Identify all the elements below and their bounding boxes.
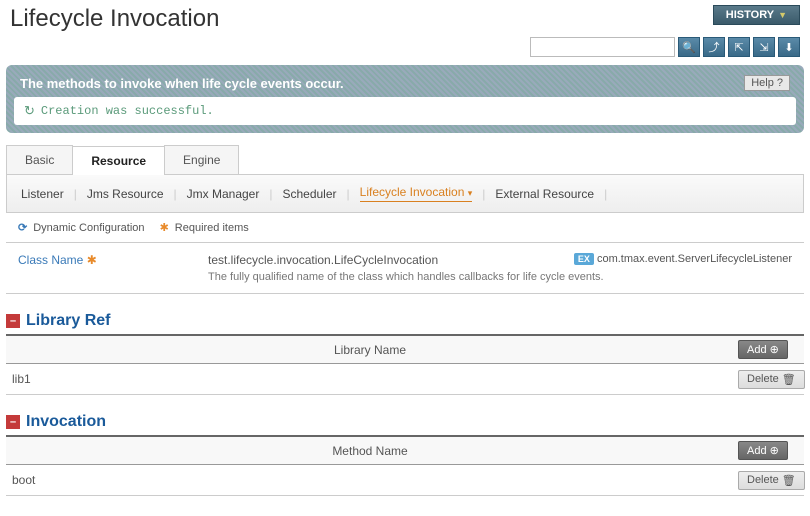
dynamic-config-icon: ⟳: [18, 221, 27, 234]
main-tabs: Basic Resource Engine: [6, 145, 804, 175]
subtab-label: Lifecycle Invocation: [360, 185, 465, 199]
class-name-value: test.lifecycle.invocation.LifeCycleInvoc…: [208, 253, 438, 267]
separator: |: [482, 187, 485, 201]
trash-icon: 🗑: [782, 373, 796, 386]
download-icon[interactable]: ⬇: [778, 37, 800, 57]
separator: |: [604, 187, 607, 201]
info-text: The methods to invoke when life cycle ev…: [20, 76, 344, 91]
tab-engine[interactable]: Engine: [164, 145, 239, 174]
message-text: Creation was successful.: [41, 104, 214, 118]
class-name-example: EX com.tmax.event.ServerLifecycleListene…: [574, 253, 792, 265]
subtab-listener[interactable]: Listener: [21, 187, 64, 201]
add-invocation-button[interactable]: Add ⊕: [738, 441, 788, 460]
separator: |: [347, 187, 350, 201]
plus-icon: ⊕: [770, 343, 779, 356]
dynamic-config-label: Dynamic Configuration: [33, 222, 144, 234]
library-row-name[interactable]: lib1: [6, 364, 734, 394]
example-badge: EX: [574, 253, 594, 265]
separator: |: [269, 187, 272, 201]
refresh-icon: ↻: [24, 103, 35, 119]
add-label: Add: [747, 445, 767, 457]
add-library-button[interactable]: Add ⊕: [738, 340, 788, 359]
class-name-description: The fully qualified name of the class wh…: [208, 271, 792, 283]
trash-icon: 🗑: [782, 474, 796, 487]
page-title: Lifecycle Invocation: [10, 5, 219, 33]
tab-resource[interactable]: Resource: [72, 146, 165, 175]
subtab-jmx-manager[interactable]: Jmx Manager: [187, 187, 260, 201]
subtab-scheduler[interactable]: Scheduler: [282, 187, 336, 201]
legend-bar: ⟳ Dynamic Configuration ✱ Required items: [6, 213, 804, 243]
search-input[interactable]: [530, 37, 675, 57]
table-row: lib1 Delete 🗑: [6, 364, 804, 395]
table-row: boot Delete 🗑: [6, 465, 804, 496]
info-panel: The methods to invoke when life cycle ev…: [6, 65, 804, 133]
export-icon[interactable]: ⤴: [703, 37, 725, 57]
collapse-icon[interactable]: –: [6, 314, 20, 328]
sub-tabs: Listener | Jms Resource | Jmx Manager | …: [6, 175, 804, 213]
separator: |: [74, 187, 77, 201]
class-name-field: Class Name ✱ test.lifecycle.invocation.L…: [6, 243, 804, 294]
library-ref-section: – Library Ref Library Name Add ⊕ lib1 De…: [6, 312, 804, 395]
add-label: Add: [747, 344, 767, 356]
chevron-down-icon: ▾: [468, 188, 473, 198]
collapse-icon[interactable]: –: [6, 415, 20, 429]
history-button[interactable]: HISTORY ▼: [713, 5, 800, 25]
status-message: ↻ Creation was successful.: [14, 97, 796, 125]
required-icon: ✱: [160, 221, 169, 234]
required-label: Required items: [175, 222, 249, 234]
help-button[interactable]: Help ?: [744, 75, 790, 91]
required-icon: ✱: [87, 253, 97, 267]
delete-library-button[interactable]: Delete 🗑: [738, 370, 805, 389]
library-ref-title: Library Ref: [26, 312, 110, 330]
chevron-down-icon: ▼: [778, 10, 787, 20]
search-icon[interactable]: 🔍: [678, 37, 700, 57]
library-ref-header: Library Name Add ⊕: [6, 336, 804, 364]
class-name-label: Class Name: [18, 253, 83, 267]
method-name-column: Method Name: [6, 438, 734, 464]
subtab-lifecycle-invocation[interactable]: Lifecycle Invocation ▾: [360, 185, 473, 202]
subtab-jms-resource[interactable]: Jms Resource: [87, 187, 164, 201]
delete-invocation-button[interactable]: Delete 🗑: [738, 471, 805, 490]
subtab-external-resource[interactable]: External Resource: [495, 187, 594, 201]
separator: |: [174, 187, 177, 201]
invocation-header: Method Name Add ⊕: [6, 437, 804, 465]
xml-import-icon[interactable]: ⇱: [728, 37, 750, 57]
delete-label: Delete: [747, 474, 779, 486]
xml-export-icon[interactable]: ⇲: [753, 37, 775, 57]
invocation-title: Invocation: [26, 413, 106, 431]
invocation-section: – Invocation Method Name Add ⊕ boot Dele…: [6, 413, 804, 496]
delete-label: Delete: [747, 373, 779, 385]
plus-icon: ⊕: [770, 444, 779, 457]
history-label: HISTORY: [726, 9, 774, 21]
invocation-row-name[interactable]: boot: [6, 465, 734, 495]
example-text: com.tmax.event.ServerLifecycleListener: [597, 253, 792, 265]
library-name-column: Library Name: [6, 337, 734, 363]
tab-basic[interactable]: Basic: [6, 145, 73, 174]
